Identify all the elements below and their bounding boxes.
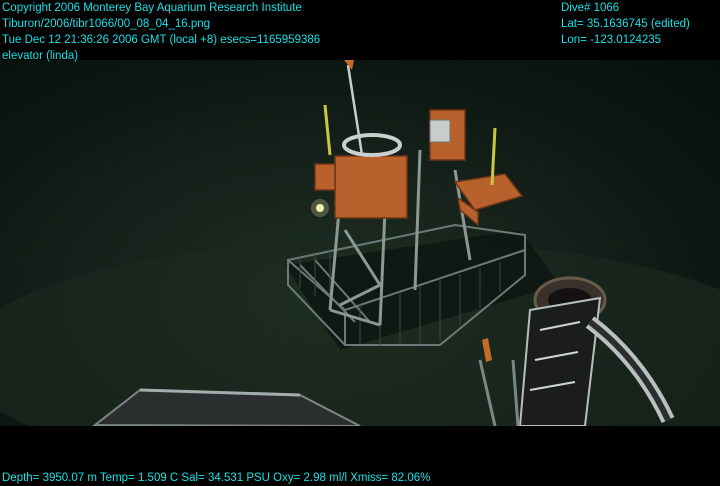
- header-info-right: Dive# 1066 Lat= 35.1636745 (edited) Lon=…: [561, 0, 690, 48]
- timestamp-text: Tue Dec 12 21:36:26 2006 GMT (local +8) …: [2, 34, 321, 46]
- float-block-main: [334, 155, 408, 219]
- elevator-scene: [0, 60, 720, 426]
- yellow-flag-left: [323, 104, 332, 156]
- float-ring: [342, 133, 402, 157]
- copyright-text: Copyright 2006 Monterey Bay Aquarium Res…: [2, 2, 302, 14]
- latitude-text: Lat= 35.1636745 (edited): [561, 18, 690, 30]
- subject-label: elevator (linda): [2, 50, 79, 62]
- float-block-left: [314, 163, 336, 191]
- header-info-left: Copyright 2006 Monterey Bay Aquarium Res…: [2, 0, 320, 64]
- longitude-text: Lon= -123.0124235: [561, 34, 662, 46]
- dive-number-text: Dive# 1066: [561, 2, 620, 14]
- footer-telemetry: Depth= 3950.07 m Temp= 1.509 C Sal= 34.5…: [2, 470, 430, 486]
- image-path-text: Tiburon/2006/tibr1066/00_08_04_16.png: [2, 18, 211, 30]
- telemetry-text: Depth= 3950.07 m Temp= 1.509 C Sal= 34.5…: [2, 472, 431, 484]
- seafloor-video-frame: [0, 60, 720, 426]
- instrument-box: [429, 119, 451, 143]
- antenna-pole: [346, 64, 364, 156]
